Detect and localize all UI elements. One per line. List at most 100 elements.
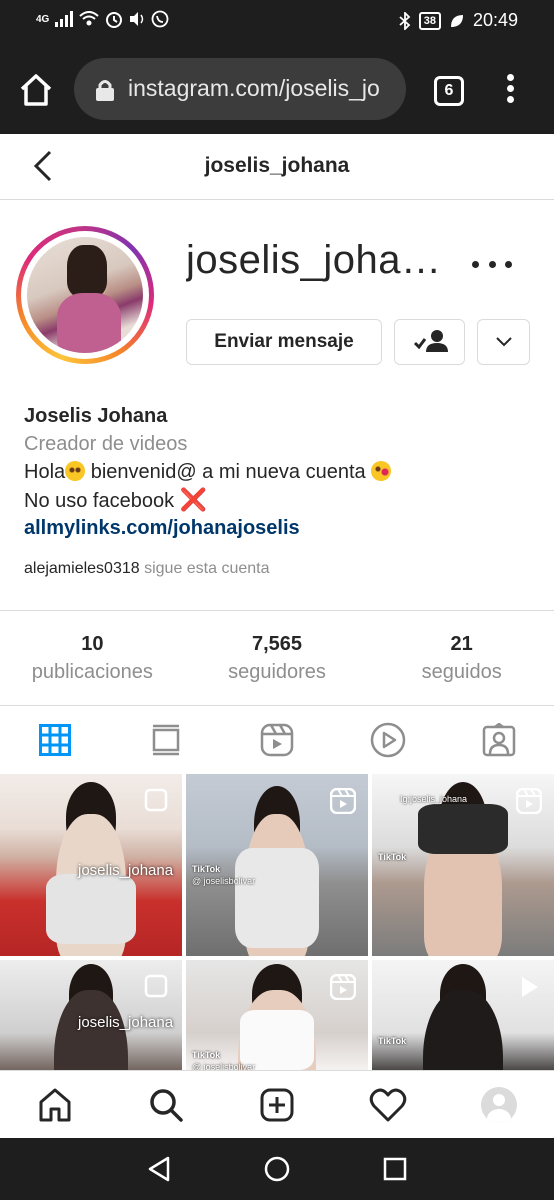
alarm-icon — [106, 12, 123, 28]
profile-avatar-icon — [480, 1086, 517, 1123]
status-time: 20:49 — [472, 10, 518, 30]
thumbnail-clothing — [46, 874, 136, 944]
dot-icon — [505, 260, 512, 268]
address-bar[interactable]: instagram.com/joselis_jo — [74, 58, 406, 120]
stat-label: seguidores — [228, 661, 326, 683]
tab-switcher-button[interactable]: 6 — [434, 76, 464, 106]
watermark: joselis_johana — [78, 1014, 174, 1031]
dot-icon — [488, 260, 496, 268]
avatar-body — [57, 293, 121, 353]
person-check-icon — [413, 330, 448, 352]
tiktok-handle: @ joselisbolivar — [192, 1062, 256, 1070]
network-label: 4G — [36, 13, 50, 25]
stat-posts: 10 publicaciones — [0, 611, 185, 705]
bio-text: bienvenid@ a mi nueva cuenta — [85, 461, 372, 483]
home-icon — [20, 74, 52, 106]
system-navigation-bar — [0, 1138, 554, 1200]
tagged-person-icon — [482, 723, 515, 757]
volume-icon — [130, 12, 144, 26]
bio-link[interactable]: allmylinks.com/johanajoselis — [24, 514, 534, 542]
profile-header: joselis_johana — [0, 134, 554, 200]
avatar-image — [27, 237, 143, 353]
tab-feed[interactable] — [111, 706, 222, 774]
heart-icon — [369, 1088, 407, 1121]
bio-text: No uso facebook — [24, 490, 180, 512]
bottom-navigation — [0, 1070, 554, 1138]
whatsapp-icon — [151, 10, 169, 28]
profile-username: joselis_johana — [186, 238, 446, 282]
watermark: joselis_johana — [78, 862, 174, 879]
more-options-button[interactable] — [472, 254, 512, 274]
profile-avatar[interactable] — [16, 226, 154, 364]
browser-menu-button[interactable] — [500, 74, 520, 106]
browser-home-button[interactable] — [18, 72, 54, 108]
tiktok-label: TikTok — [192, 1050, 221, 1060]
bio-line-1: Hola bienvenid@ a mi nueva cuenta — [24, 458, 534, 486]
leaf-icon — [450, 14, 463, 27]
status-bar: 4G 38 20:49 — [0, 0, 554, 46]
status-right: 38 20:49 — [399, 10, 518, 31]
post-thumbnail[interactable]: TikTok — [372, 960, 554, 1070]
post-thumbnail[interactable]: Ig:joselis_johana TikTok — [372, 774, 554, 956]
thumbnail-figure — [423, 990, 503, 1070]
tab-grid[interactable] — [0, 706, 111, 774]
watermark: Ig:joselis_johana — [400, 794, 468, 804]
category-label: Creador de videos — [24, 433, 188, 455]
url-text: instagram.com/joselis_jo — [128, 75, 380, 101]
reels-icon — [330, 788, 356, 814]
tab-videos[interactable] — [332, 706, 443, 774]
nav-profile[interactable] — [443, 1071, 554, 1138]
profile-stats: 10 publicaciones 7,565 seguidores 21 seg… — [0, 610, 554, 706]
stat-followers[interactable]: 7,565 seguidores — [185, 611, 370, 705]
post-thumbnail[interactable]: TikTok @ joselisbolivar — [186, 960, 368, 1070]
bio-text: Hola — [24, 461, 66, 483]
profile-tabs — [0, 706, 554, 774]
followed-by[interactable]: alejamieles0318 sigue esta cuenta — [24, 560, 270, 578]
thumbnail-clothing — [418, 804, 508, 854]
play-circle-icon — [370, 722, 406, 758]
stat-number: 21 — [450, 633, 473, 655]
nav-activity[interactable] — [332, 1071, 443, 1138]
pleading-face-emoji-icon — [65, 461, 86, 481]
nav-create[interactable] — [222, 1071, 333, 1138]
nav-search[interactable] — [111, 1071, 222, 1138]
plus-square-icon — [260, 1088, 294, 1121]
carousel-icon — [144, 974, 168, 998]
following-button[interactable] — [394, 319, 465, 365]
signal-icon — [55, 11, 74, 27]
recents-square-icon[interactable] — [380, 1154, 410, 1184]
feed-icon — [152, 724, 180, 756]
status-left: 4G — [36, 10, 169, 28]
dot-icon — [506, 74, 514, 81]
play-icon — [522, 977, 538, 997]
back-triangle-icon[interactable] — [144, 1154, 174, 1184]
home-icon — [39, 1088, 71, 1121]
battery-indicator: 38 — [418, 11, 441, 30]
avatar-hair — [67, 245, 107, 297]
chevron-down-icon — [496, 337, 512, 347]
tiktok-label: TikTok — [378, 852, 407, 862]
suggestions-dropdown-button[interactable] — [477, 319, 530, 365]
thumbnail-clothing — [235, 848, 319, 948]
nav-home[interactable] — [0, 1071, 111, 1138]
reels-icon — [330, 974, 356, 1000]
browser-toolbar: instagram.com/joselis_jo 6 — [0, 46, 554, 134]
bluetooth-icon — [399, 11, 411, 30]
dot-icon — [506, 85, 514, 92]
send-message-button[interactable]: Enviar mensaje — [186, 319, 382, 365]
reels-icon — [516, 788, 542, 814]
home-circle-icon[interactable] — [262, 1154, 292, 1184]
tab-reels[interactable] — [222, 706, 333, 774]
page-title: joselis_johana — [204, 154, 350, 177]
dot-icon — [506, 96, 514, 103]
stat-following[interactable]: 21 seguidos — [369, 611, 554, 705]
tab-tagged[interactable] — [443, 706, 554, 774]
carousel-icon — [144, 788, 168, 812]
post-thumbnail[interactable]: TikTok @ joselisbolivar — [186, 774, 368, 956]
bio-line-2: No uso facebook ❌ — [24, 486, 534, 514]
tiktok-label: TikTok — [378, 1036, 407, 1046]
search-icon — [150, 1088, 183, 1122]
kissing-face-emoji-icon — [371, 461, 392, 481]
post-thumbnail[interactable]: joselis_johana — [0, 960, 182, 1070]
post-thumbnail[interactable]: joselis_johana — [0, 774, 182, 956]
